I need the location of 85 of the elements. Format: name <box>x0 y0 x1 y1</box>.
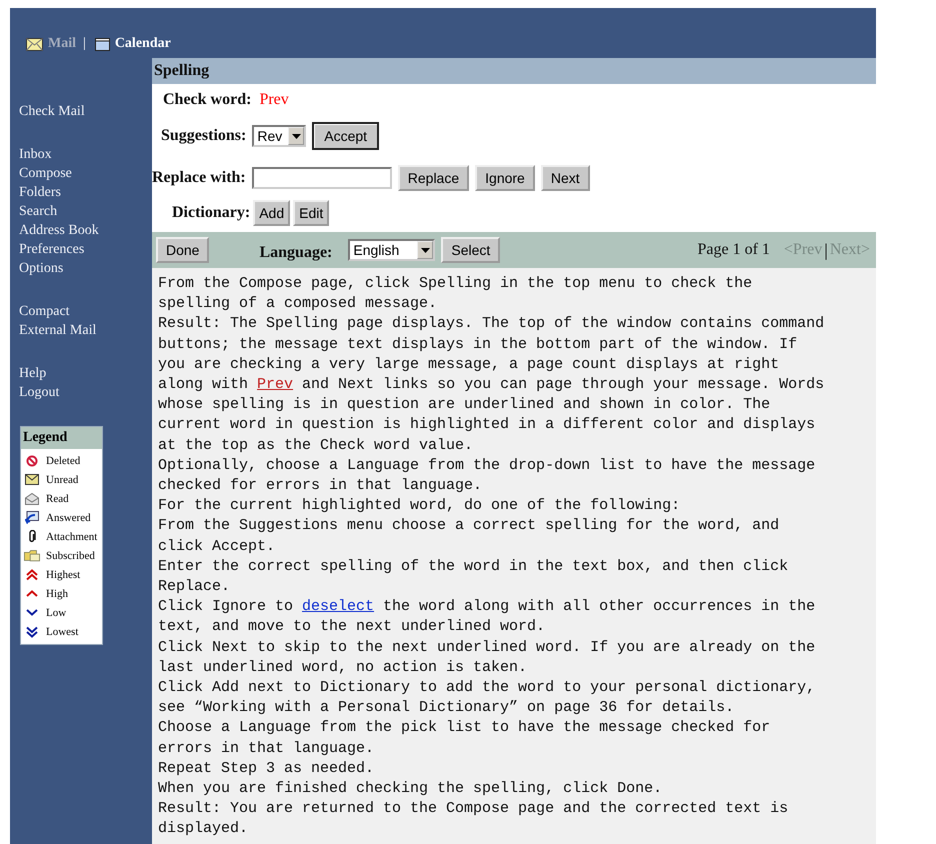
legend-label: Low <box>46 606 66 618</box>
message-line: Click Ignore to deselect the word along with all other occurrences in the <box>158 597 816 618</box>
message-line: displayed. <box>158 819 250 840</box>
field-label: Suggestions: <box>161 127 246 145</box>
sidebar-link[interactable]: Options <box>19 259 152 278</box>
sidebar-link[interactable]: Folders <box>19 183 152 202</box>
sidebar-link[interactable]: Preferences <box>19 240 152 259</box>
page-count: Page 1 of 1 <box>697 241 770 259</box>
calendar-icon <box>94 38 110 50</box>
message-line: From the Suggestions menu choose a correct spelling for the word, and <box>158 516 780 536</box>
legend-label: Highest <box>46 568 80 580</box>
sidebar-link[interactable]: Address Book <box>19 221 152 240</box>
envelope-icon <box>26 38 43 50</box>
message-line: Result: You are returned to the Compose page and the corrected text is <box>158 799 790 820</box>
deleted-icon <box>26 454 38 466</box>
message-line: Result: The Spelling page displays. The top of the window contains command <box>158 314 826 334</box>
legend-label: Answered <box>46 512 91 524</box>
select-button[interactable]: Select <box>441 237 500 263</box>
message-line: whose spelling is in question are underlined and shown in color. The <box>158 395 772 416</box>
suggestions-dropdown[interactable]: Rev <box>252 125 306 147</box>
legend-label: Read <box>46 492 69 504</box>
legend-label: High <box>46 588 68 600</box>
action-button[interactable]: Ignore <box>475 165 535 191</box>
nav-link[interactable]: Calendar <box>114 36 171 52</box>
legend-label: Unread <box>46 474 78 486</box>
language-label: Language: <box>259 244 332 262</box>
current-word-link[interactable]: Prev <box>257 376 294 394</box>
nav-separator: | <box>83 36 86 52</box>
sidebar-link[interactable]: Help <box>19 364 152 383</box>
legend-label: Subscribed <box>46 550 95 562</box>
double-up-arrow-icon <box>26 568 38 580</box>
message-line: When you are finished checking the spelling, click Done. <box>158 779 664 800</box>
message-line: buttons; the message text displays in the bottom part of the window. If <box>158 334 798 355</box>
paperclip-icon <box>28 530 36 543</box>
legend-label: Lowest <box>46 626 78 638</box>
message-line: Click Add next to Dictionary to add the word to your personal dictionary, <box>158 678 816 698</box>
message-line: checked for errors in that language. <box>158 476 484 496</box>
envelope-icon <box>25 474 39 485</box>
misspelled-word-link[interactable]: deselect <box>302 598 374 616</box>
dictionary-button[interactable]: Add <box>253 200 290 226</box>
language-dropdown[interactable]: English <box>348 239 436 261</box>
folder-envelope-icon <box>24 549 40 562</box>
accept-button[interactable]: Accept <box>312 122 380 150</box>
sidebar-link[interactable]: Check Mail <box>19 102 152 121</box>
dictionary-button[interactable]: Edit <box>293 200 330 226</box>
message-line: Click Next to skip to the next underlined word. If you are already on the <box>158 638 816 658</box>
message-line: last underlined word, no action is taken. <box>158 658 528 678</box>
double-down-arrow-icon <box>26 626 38 638</box>
field-label: Check word: <box>163 91 252 109</box>
replace-input-field[interactable] <box>252 167 392 189</box>
sidebar-link[interactable]: External Mail <box>19 321 152 340</box>
message-line: along with Prev and Next links so you can page through your message. Words <box>158 375 826 396</box>
reply-envelope-icon <box>25 511 39 524</box>
field-label: Dictionary: <box>172 204 250 222</box>
legend-title: Legend <box>21 427 102 449</box>
sidebar-link[interactable]: Search <box>19 202 152 221</box>
message-line: click Accept. <box>158 536 276 557</box>
message-line: From the Compose page, click Spelling in the top menu to check the <box>158 274 754 294</box>
done-button[interactable]: Done <box>156 237 210 263</box>
message-line: For the current highlighted word, do one of the following: <box>158 496 682 516</box>
message-line: Repeat Step 3 as needed. <box>158 758 376 779</box>
legend-label: Deleted <box>46 454 80 466</box>
sidebar-link[interactable]: Compact <box>19 302 152 321</box>
nav-separator: | <box>824 240 828 260</box>
message-line: current word in question is highlighted in a different color and displays <box>158 415 816 436</box>
message-line: see “Working with a Personal Dictionary” on page 36 for details. <box>158 698 736 718</box>
message-line: errors in that language. <box>158 738 376 759</box>
field-label: Replace with: <box>152 169 246 187</box>
check-word-value: Prev <box>259 91 289 109</box>
sidebar-link[interactable]: Compose <box>19 164 152 183</box>
panel-title: Spelling <box>152 58 876 84</box>
message-line: Choose a Language from the pick list to have the message checked for <box>158 718 772 738</box>
action-button[interactable]: Next <box>540 165 590 191</box>
legend-label: Attachment <box>46 530 98 542</box>
message-line: Replace. <box>158 577 232 598</box>
action-button[interactable]: Replace <box>398 165 470 191</box>
message-line: spelling of a composed message. <box>158 294 438 314</box>
open-envelope-icon <box>25 492 39 504</box>
message-line: Enter the correct spelling of the word in the text box, and then click <box>158 556 790 577</box>
message-line: text, and move to the next underlined word. <box>158 617 546 638</box>
message-line: you are checking a very large message, a page count displays at right <box>158 354 780 375</box>
sidebar-link[interactable]: Inbox <box>19 145 152 164</box>
message-line: Optionally, choose a Language from the drop-down list to have the message <box>158 456 816 476</box>
sidebar-link[interactable]: Logout <box>19 383 152 402</box>
message-line: at the top as the Check word value. <box>158 436 474 456</box>
